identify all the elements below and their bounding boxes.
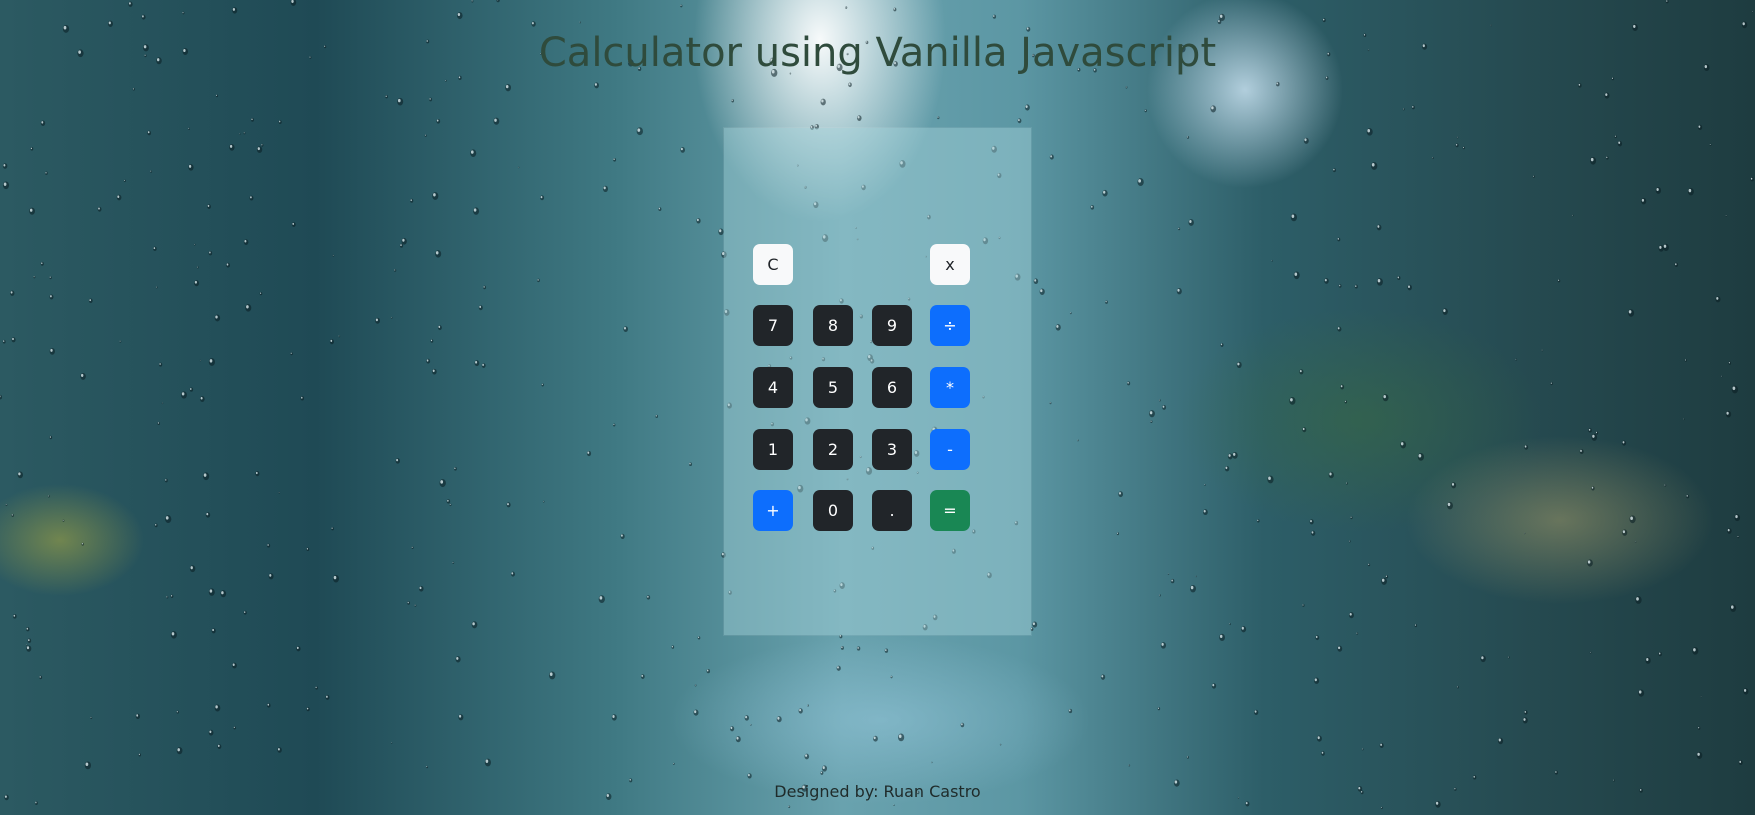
key-0-button[interactable]: 0 (813, 490, 853, 531)
key-3-button[interactable]: 3 (872, 429, 912, 470)
key-1-button[interactable]: 1 (753, 429, 793, 470)
key-4-button[interactable]: 4 (753, 367, 793, 408)
calculator-panel: C x 7 8 9 ÷ 4 5 6 * 1 2 3 - + 0 . = (724, 128, 1031, 635)
backspace-button[interactable]: x (930, 244, 970, 285)
divide-button[interactable]: ÷ (930, 305, 970, 346)
page-title: Calculator using Vanilla Javascript (538, 30, 1217, 76)
key-9-button[interactable]: 9 (872, 305, 912, 346)
equals-button[interactable]: = (930, 490, 970, 531)
multiply-button[interactable]: * (930, 367, 970, 408)
key-2-button[interactable]: 2 (813, 429, 853, 470)
footer-credit: Designed by: Ruan Castro (774, 782, 981, 801)
subtract-button[interactable]: - (930, 429, 970, 470)
clear-button[interactable]: C (753, 244, 793, 285)
key-6-button[interactable]: 6 (872, 367, 912, 408)
key-5-button[interactable]: 5 (813, 367, 853, 408)
add-button[interactable]: + (753, 490, 793, 531)
decimal-button[interactable]: . (872, 490, 912, 531)
key-8-button[interactable]: 8 (813, 305, 853, 346)
key-7-button[interactable]: 7 (753, 305, 793, 346)
